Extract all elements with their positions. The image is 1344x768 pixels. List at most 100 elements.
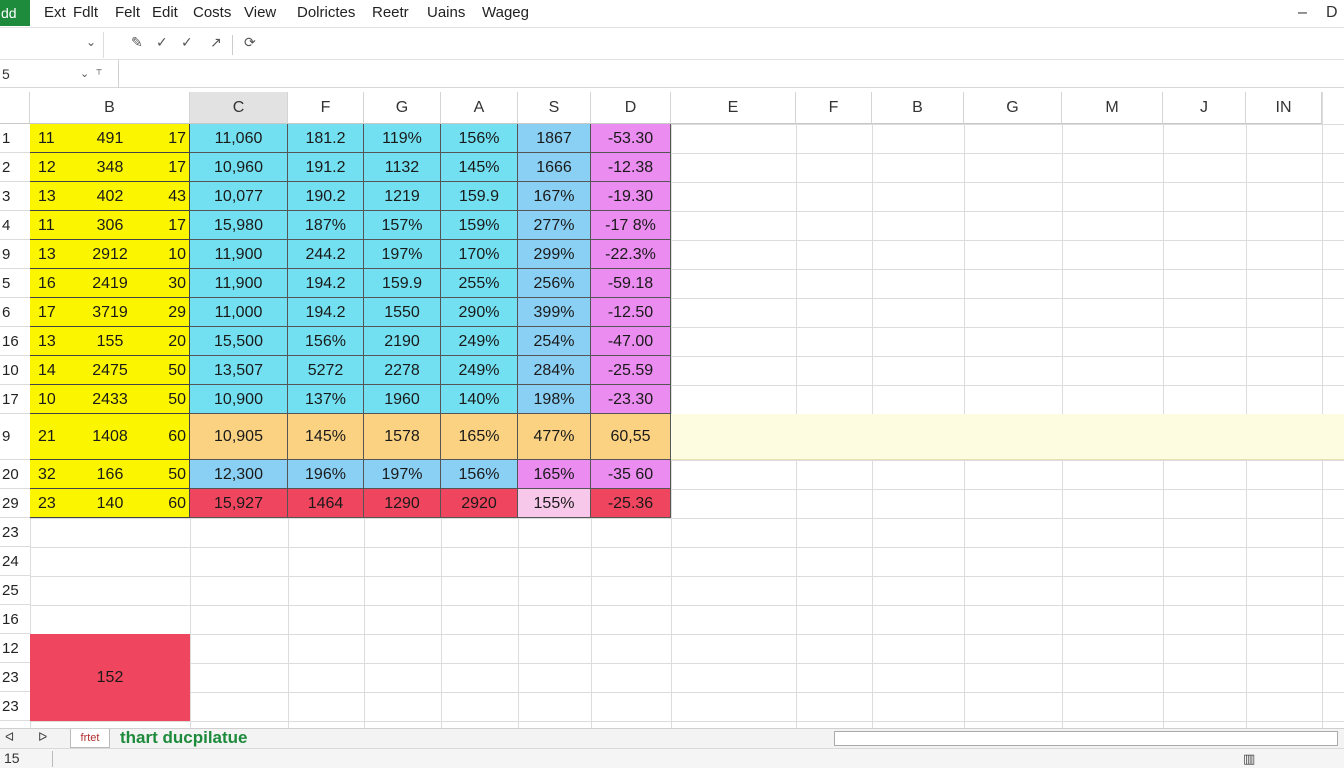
cell-b-value[interactable]: 17	[140, 153, 190, 182]
cell-b-index[interactable]: 23	[30, 489, 80, 518]
cell-s-value[interactable]: 165%	[518, 460, 591, 489]
cell-f-value[interactable]: 5272	[288, 356, 364, 385]
column-header-g[interactable]: G	[964, 92, 1062, 124]
cell-f-value[interactable]: 1464	[288, 489, 364, 518]
cell-d-value[interactable]: -25.59	[591, 356, 671, 385]
cell-c-value[interactable]: 15,500	[190, 327, 288, 356]
cell-a-value[interactable]: 290%	[441, 298, 518, 327]
cell-d-value[interactable]: -25.36	[591, 489, 671, 518]
cell-d-value[interactable]: -22.3%	[591, 240, 671, 269]
cell-d-value[interactable]: -59.18	[591, 269, 671, 298]
cell-b-index[interactable]: 12	[30, 153, 80, 182]
cell-s-value[interactable]: 155%	[518, 489, 591, 518]
red-block-value[interactable]: 152	[30, 663, 190, 692]
row-header[interactable]: 5	[0, 269, 30, 298]
cell-b-count[interactable]: 348	[80, 153, 140, 182]
cell-s-value[interactable]: 277%	[518, 211, 591, 240]
cell-s-value[interactable]: 198%	[518, 385, 591, 414]
cell-a-value[interactable]: 145%	[441, 153, 518, 182]
name-box[interactable]: 5 ⌄ ⸆	[0, 62, 104, 86]
cell-g-value[interactable]: 159.9	[364, 269, 441, 298]
row-header[interactable]: 29	[0, 489, 30, 518]
cell-f-value[interactable]: 145%	[288, 414, 364, 460]
cell-b-value[interactable]: 43	[140, 182, 190, 211]
cell-b-value[interactable]: 50	[140, 385, 190, 414]
cell-g-value[interactable]: 2190	[364, 327, 441, 356]
cell-b-value[interactable]: 17	[140, 124, 190, 153]
cell-a-value[interactable]: 170%	[441, 240, 518, 269]
cell-s-value[interactable]: 299%	[518, 240, 591, 269]
menu-item-felt[interactable]: Felt	[115, 0, 140, 26]
menu-item-ext[interactable]: Ext	[44, 0, 66, 26]
cell-b-count[interactable]: 402	[80, 182, 140, 211]
cell-b-count[interactable]: 166	[80, 460, 140, 489]
column-header-f[interactable]: F	[288, 92, 364, 124]
row-header[interactable]: 24	[0, 547, 30, 576]
cell-b-index[interactable]: 13	[30, 327, 80, 356]
cell-c-value[interactable]: 11,900	[190, 240, 288, 269]
horizontal-scrollbar[interactable]	[834, 731, 1338, 746]
row-header[interactable]: 17	[0, 385, 30, 414]
cell-b-index[interactable]: 13	[30, 240, 80, 269]
cell-b-count[interactable]: 2912	[80, 240, 140, 269]
cell-a-value[interactable]: 165%	[441, 414, 518, 460]
select-all-corner[interactable]	[0, 92, 30, 124]
cell-c-value[interactable]: 12,300	[190, 460, 288, 489]
row-header[interactable]: 9	[0, 414, 30, 460]
cell-s-value[interactable]: 1666	[518, 153, 591, 182]
app-badge[interactable]: dd	[0, 0, 30, 26]
column-header-b[interactable]: B	[872, 92, 964, 124]
cell-f-value[interactable]: 156%	[288, 327, 364, 356]
column-header-d[interactable]: D	[591, 92, 671, 124]
cell-c-value[interactable]: 11,000	[190, 298, 288, 327]
row-header[interactable]: 23	[0, 692, 30, 721]
cell-b-count[interactable]: 2419	[80, 269, 140, 298]
menu-item-view[interactable]: View	[244, 0, 276, 26]
cell-f-value[interactable]: 190.2	[288, 182, 364, 211]
cell-a-value[interactable]: 2920	[441, 489, 518, 518]
cell-b-index[interactable]: 13	[30, 182, 80, 211]
cell-b-index[interactable]: 10	[30, 385, 80, 414]
cell-c-value[interactable]: 15,927	[190, 489, 288, 518]
cell-d-value[interactable]: -12.38	[591, 153, 671, 182]
cell-b-count[interactable]: 306	[80, 211, 140, 240]
row-header[interactable]: 16	[0, 327, 30, 356]
cell-a-value[interactable]: 249%	[441, 356, 518, 385]
prev-sheet-icon[interactable]: ᐊ	[5, 730, 14, 744]
cell-b-count[interactable]: 140	[80, 489, 140, 518]
minimize-button[interactable]: –	[1298, 0, 1307, 26]
column-header-j[interactable]: J	[1163, 92, 1246, 124]
row-header[interactable]: 12	[0, 634, 30, 663]
cell-s-value[interactable]: 1867	[518, 124, 591, 153]
column-header-a[interactable]: A	[441, 92, 518, 124]
cell-b-value[interactable]: 30	[140, 269, 190, 298]
row-header[interactable]: 3	[0, 182, 30, 211]
cell-c-value[interactable]: 13,507	[190, 356, 288, 385]
cell-d-value[interactable]: 60,55	[591, 414, 671, 460]
cell-c-value[interactable]: 11,060	[190, 124, 288, 153]
cell-d-value[interactable]: -35 60	[591, 460, 671, 489]
cell-a-value[interactable]: 159.9	[441, 182, 518, 211]
cell-b-value[interactable]: 10	[140, 240, 190, 269]
cell-b-index[interactable]: 21	[30, 414, 80, 460]
cell-a-value[interactable]: 249%	[441, 327, 518, 356]
cell-b-index[interactable]: 17	[30, 298, 80, 327]
cell-b-count[interactable]: 155	[80, 327, 140, 356]
cell-g-value[interactable]: 197%	[364, 240, 441, 269]
cell-f-value[interactable]: 187%	[288, 211, 364, 240]
cell-f-value[interactable]: 181.2	[288, 124, 364, 153]
cell-g-value[interactable]: 1290	[364, 489, 441, 518]
menu-item-uains[interactable]: Uains	[427, 0, 465, 26]
cell-g-value[interactable]: 1132	[364, 153, 441, 182]
check-icon[interactable]: ✓	[156, 34, 168, 51]
cell-d-value[interactable]: -23.30	[591, 385, 671, 414]
cell-b-count[interactable]: 3719	[80, 298, 140, 327]
cell-c-value[interactable]: 10,905	[190, 414, 288, 460]
column-header-f[interactable]: F	[796, 92, 872, 124]
menu-item-reetr[interactable]: Reetr	[372, 0, 409, 26]
cell-s-value[interactable]: 477%	[518, 414, 591, 460]
cell-c-value[interactable]: 11,900	[190, 269, 288, 298]
cell-b-value[interactable]: 60	[140, 414, 190, 460]
cell-b-index[interactable]: 32	[30, 460, 80, 489]
row-header[interactable]: 10	[0, 356, 30, 385]
